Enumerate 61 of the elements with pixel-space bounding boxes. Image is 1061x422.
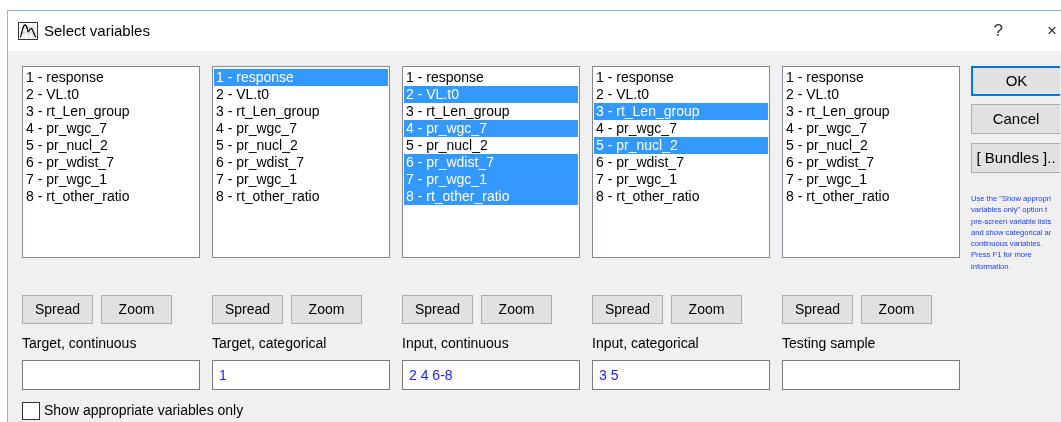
list-item[interactable]: 2 - VL.t0 [784, 86, 958, 103]
list-item[interactable]: 4 - pr_wgc_7 [214, 120, 388, 137]
list-item[interactable]: 4 - pr_wgc_7 [784, 120, 958, 137]
list-item[interactable]: 7 - pr_wgc_1 [594, 171, 768, 188]
list-item[interactable]: 3 - rt_Len_group [784, 103, 958, 120]
list-item[interactable]: 8 - rt_other_ratio [594, 188, 768, 205]
input-field[interactable]: 1 [212, 360, 390, 390]
checkbox[interactable] [22, 401, 40, 420]
list-item[interactable]: 2 - VL.t0 [24, 86, 198, 103]
zoom-button[interactable]: Zoom [861, 295, 932, 324]
input-field[interactable]: 3 5 [592, 360, 770, 390]
list-item[interactable]: 8 - rt_other_ratio [784, 188, 958, 205]
zoom-button[interactable]: Zoom [291, 295, 362, 324]
list-item[interactable]: 7 - pr_wgc_1 [24, 171, 198, 188]
list-item[interactable]: 1 - response [24, 69, 198, 86]
zoom-button[interactable]: Zoom [671, 295, 742, 324]
list-item[interactable]: 3 - rt_Len_group [404, 103, 578, 120]
list-item[interactable]: 1 - response [404, 69, 578, 86]
list-item[interactable]: 1 - response [784, 69, 958, 86]
input-field[interactable]: 2 4 6-8 [402, 360, 580, 390]
zoom-button[interactable]: Zoom [101, 295, 172, 324]
field-label: Input, continuous [402, 334, 510, 353]
list-item[interactable]: 5 - pr_nucl_2 [24, 137, 198, 154]
input-field[interactable] [782, 360, 960, 390]
zoom-button[interactable]: Zoom [481, 295, 552, 324]
list-item[interactable]: 5 - pr_nucl_2 [404, 137, 578, 154]
spread-button[interactable]: Spread [782, 295, 853, 324]
list-item[interactable]: 3 - rt_Len_group [24, 103, 198, 120]
field-label: Input, categorical [592, 334, 700, 353]
list-item[interactable]: 2 - VL.t0 [214, 86, 388, 103]
spread-button[interactable]: Spread [212, 295, 283, 324]
spread-button[interactable]: Spread [402, 295, 473, 324]
help-button[interactable]: ? [993, 18, 1004, 44]
field-label: Target, continuous [22, 334, 138, 353]
spread-button[interactable]: Spread [22, 295, 93, 324]
list-item[interactable]: 5 - pr_nucl_2 [214, 137, 388, 154]
list-item[interactable]: 8 - rt_other_ratio [214, 188, 388, 205]
list-item[interactable]: 6 - pr_wdist_7 [784, 154, 958, 171]
bundles-button[interactable]: [ Bundles ].. [971, 143, 1060, 173]
list-item[interactable]: 7 - pr_wgc_1 [214, 171, 388, 188]
list-item[interactable]: 6 - pr_wdist_7 [24, 154, 198, 171]
spread-button[interactable]: Spread [592, 295, 663, 324]
close-button[interactable]: × [1047, 18, 1057, 44]
window-title: Select variables [44, 20, 150, 41]
ok-button[interactable]: OK [971, 66, 1060, 96]
list-item[interactable]: 5 - pr_nucl_2 [784, 137, 958, 154]
list-item[interactable]: 7 - pr_wgc_1 [784, 171, 958, 188]
list-item[interactable]: 4 - pr_wgc_7 [24, 120, 198, 137]
chart-icon [18, 22, 38, 40]
list-item[interactable]: 2 - VL.t0 [594, 86, 768, 103]
list-item[interactable]: 3 - rt_Len_group [214, 103, 388, 120]
field-label: Target, categorical [212, 334, 328, 353]
list-item[interactable]: 6 - pr_wdist_7 [214, 154, 388, 171]
list-item[interactable]: 4 - pr_wgc_7 [594, 120, 768, 137]
list-item[interactable]: 6 - pr_wdist_7 [594, 154, 768, 171]
list-item[interactable]: 1 - response [594, 69, 768, 86]
input-field[interactable] [22, 360, 200, 390]
field-label: Testing sample [782, 334, 877, 353]
cancel-button[interactable]: Cancel [971, 104, 1060, 134]
list-item[interactable]: 8 - rt_other_ratio [24, 188, 198, 205]
checkbox-label[interactable]: Show appropriate variables only [44, 400, 244, 421]
